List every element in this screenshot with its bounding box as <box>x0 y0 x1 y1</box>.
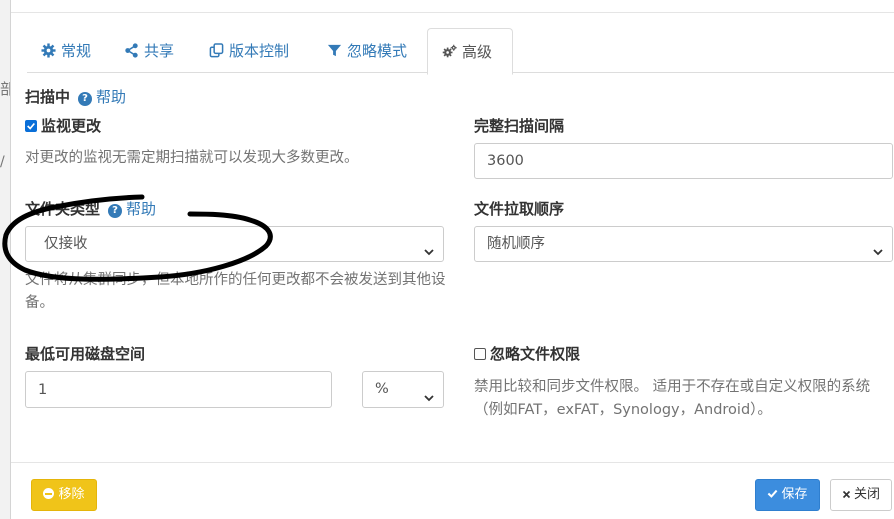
scanning-help-link[interactable]: ? 帮助 <box>70 88 126 106</box>
backdrop-edge: 部 / <box>0 0 10 519</box>
folder-type-help-label: 帮助 <box>126 200 157 218</box>
footer-divider <box>11 462 894 463</box>
close-button[interactable]: 关闭 <box>830 479 892 511</box>
question-circle-icon: ? <box>108 204 123 218</box>
tab-general[interactable]: 常规 <box>41 28 91 72</box>
pull-order-value: 随机顺序 <box>487 236 545 252</box>
tab-sharing[interactable]: 共享 <box>124 28 174 72</box>
tab-versioning[interactable]: 版本控制 <box>209 28 289 72</box>
tab-ignore-patterns-label: 忽略模式 <box>347 42 408 60</box>
save-button[interactable]: 保存 <box>755 479 820 511</box>
watch-changes-row[interactable]: 监视更改 <box>25 115 101 136</box>
check-icon <box>767 481 778 511</box>
remove-button[interactable]: 移除 <box>31 479 97 511</box>
header-divider <box>11 12 894 13</box>
backdrop-text: 部 <box>0 80 10 98</box>
pull-order-select[interactable]: 随机顺序 <box>474 226 893 262</box>
close-button-label: 关闭 <box>853 487 880 502</box>
folder-type-value: 仅接收 <box>44 236 88 252</box>
folder-type-label: 文件夹类型 <box>25 200 101 218</box>
folder-type-description: 文件将从集群同步，但本地所作的任何更改都不会被发送到其他设备。 <box>25 272 446 311</box>
question-circle-icon: ? <box>78 92 93 106</box>
ignore-perms-description: 禁用比较和同步文件权限。 适用于不存在或自定义权限的系统（例如FAT，exFAT… <box>474 379 871 418</box>
ignore-perms-label: 忽略文件权限 <box>490 345 581 363</box>
min-disk-label: 最低可用磁盘空间 <box>25 345 146 363</box>
tab-general-label: 常规 <box>61 42 92 60</box>
scanning-help-label: 帮助 <box>96 88 127 106</box>
copy-icon <box>209 30 224 58</box>
tab-sharing-label: 共享 <box>144 42 175 60</box>
tab-bar: 常规 共享 版本控制 忽略模式 高级 <box>27 28 894 75</box>
gear-icon <box>41 30 56 58</box>
folder-type-heading: 文件夹类型? 帮助 <box>25 198 156 219</box>
tab-advanced-label: 高级 <box>462 43 493 61</box>
close-icon <box>842 481 851 511</box>
scanning-heading: 扫描中? 帮助 <box>25 86 126 107</box>
pull-order-label: 文件拉取顺序 <box>474 200 565 218</box>
scanning-label: 扫描中 <box>25 88 71 106</box>
watch-changes-label: 监视更改 <box>41 117 102 135</box>
watch-changes-description: 对更改的监视无需定期扫描就可以发现大多数更改。 <box>25 150 359 166</box>
minus-circle-icon <box>43 488 55 499</box>
folder-type-help-link[interactable]: ? 帮助 <box>100 200 156 218</box>
chevron-down-icon <box>423 383 435 402</box>
tab-versioning-label: 版本控制 <box>229 42 290 60</box>
share-icon <box>124 30 139 58</box>
chevron-down-icon <box>423 237 435 256</box>
tab-ignore-patterns[interactable]: 忽略模式 <box>327 28 407 72</box>
filter-icon <box>327 30 342 57</box>
rescan-interval-input[interactable] <box>474 143 893 179</box>
min-disk-input[interactable] <box>25 371 332 408</box>
min-disk-unit-select[interactable]: % <box>362 371 444 408</box>
rescan-interval-label: 完整扫描间隔 <box>474 117 565 135</box>
backdrop-text-2: / <box>0 154 5 170</box>
watch-changes-checkbox[interactable] <box>25 120 37 132</box>
folder-type-select[interactable]: 仅接收 <box>25 226 444 262</box>
chevron-down-icon <box>872 237 884 256</box>
tab-advanced[interactable]: 高级 <box>427 28 513 75</box>
min-disk-unit-value: % <box>375 381 389 397</box>
save-button-label: 保存 <box>781 487 808 502</box>
remove-button-label: 移除 <box>58 487 85 502</box>
ignore-perms-row[interactable]: 忽略文件权限 <box>474 343 580 364</box>
folder-settings-modal: 常规 共享 版本控制 忽略模式 高级 扫描中? 帮助 监视更改 对更改的监视无需… <box>10 0 894 519</box>
ignore-perms-checkbox[interactable] <box>474 348 486 360</box>
cogs-icon <box>442 31 457 58</box>
